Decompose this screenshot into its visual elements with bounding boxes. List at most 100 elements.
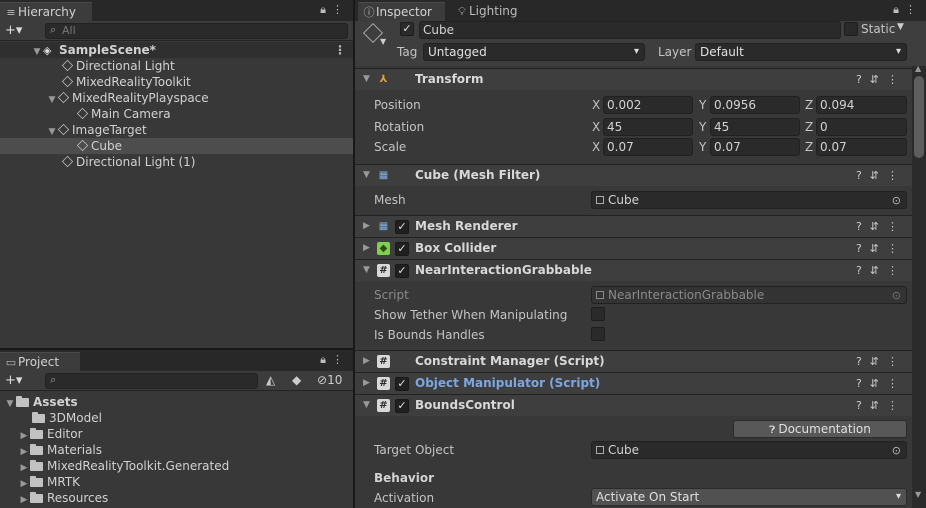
hierarchy-item[interactable]: Main Camera: [0, 106, 353, 122]
position-x-label[interactable]: X: [592, 96, 600, 114]
position-y-label[interactable]: Y: [699, 96, 706, 114]
add-button[interactable]: +▾: [5, 372, 22, 390]
component-header-icons[interactable]: ?⇵⋮: [856, 238, 906, 259]
hidden-packages-toggle[interactable]: ⊘10: [317, 373, 342, 387]
documentation-button[interactable]: ❓︎ Documentation: [733, 420, 907, 438]
object-name-input[interactable]: Cube: [419, 21, 841, 39]
static-checkbox[interactable]: [844, 22, 858, 36]
folder-item[interactable]: ▶ MRTK: [0, 474, 353, 490]
component-header-icons[interactable]: ?⇵⋮: [856, 395, 906, 416]
activation-dropdown[interactable]: Activate On Start: [591, 488, 907, 506]
hierarchy-item[interactable]: Directional Light (1): [0, 154, 353, 170]
lock-icon[interactable]: 🔒︎: [893, 3, 905, 16]
assets-folder[interactable]: ▼ Assets: [0, 394, 353, 410]
target-object-field[interactable]: Cube ⊙: [591, 441, 907, 459]
tab-project[interactable]: ▭ Project: [0, 352, 80, 371]
add-button[interactable]: +▾: [5, 22, 22, 40]
rotation-y-input[interactable]: 45: [710, 118, 800, 136]
lock-icon[interactable]: 🔒︎: [320, 353, 332, 366]
collapse-arrow-icon[interactable]: ▶: [363, 351, 370, 372]
scene-row[interactable]: ▼ ◈ SampleScene* ⋮: [0, 42, 353, 58]
constraint-manager-header[interactable]: ▶ # Constraint Manager (Script) ?⇵⋮: [355, 350, 912, 372]
rotation-z-input[interactable]: 0: [816, 118, 907, 136]
component-header-icons[interactable]: ?⇵⋮: [856, 373, 906, 394]
scroll-up-arrow-icon[interactable]: ▲: [915, 64, 921, 73]
collapse-arrow-icon[interactable]: ▶: [18, 492, 30, 508]
project-tab-icons[interactable]: 🔒︎⋮: [320, 353, 349, 367]
filter-by-type-icon[interactable]: ◭: [266, 373, 275, 387]
position-y-input[interactable]: 0.0956: [710, 96, 800, 114]
hierarchy-item[interactable]: ▼ ImageTarget: [0, 122, 353, 138]
hierarchy-item[interactable]: ▼ MixedRealityPlayspace: [0, 90, 353, 106]
box-collider-header[interactable]: ▶ ◆ ✓ Box Collider ?⇵⋮: [355, 237, 912, 259]
scroll-down-arrow-icon[interactable]: ▼: [915, 490, 921, 499]
more-icon[interactable]: ⋮: [332, 3, 349, 16]
component-header-icons[interactable]: ?⇵⋮: [856, 351, 906, 372]
mesh-object-field[interactable]: Cube ⊙: [591, 191, 907, 209]
more-icon[interactable]: ⋮: [905, 3, 922, 16]
folder-item[interactable]: ▶ Materials: [0, 442, 353, 458]
object-manipulator-enabled-checkbox[interactable]: ✓: [395, 377, 409, 391]
mesh-renderer-header[interactable]: ▶ ▦ ✓ Mesh Renderer ?⇵⋮: [355, 215, 912, 237]
position-z-label[interactable]: Z: [805, 96, 813, 114]
grabbable-enabled-checkbox[interactable]: ✓: [395, 264, 409, 278]
mesh-filter-header[interactable]: ▼ ▦ Cube (Mesh Filter) ?⇵⋮: [355, 164, 912, 186]
hierarchy-item-selected[interactable]: Cube: [0, 138, 353, 154]
static-dropdown-arrow[interactable]: ▼: [897, 22, 904, 32]
bounds-handles-checkbox[interactable]: [591, 327, 605, 341]
tether-checkbox[interactable]: [591, 307, 605, 321]
transform-header[interactable]: ▼ ⅄ Transform ?⇵⋮: [355, 68, 912, 90]
tag-dropdown[interactable]: Untagged: [423, 43, 645, 61]
scale-z-input[interactable]: 0.07: [816, 138, 907, 156]
scrollbar-thumb[interactable]: [914, 76, 924, 158]
bounds-control-enabled-checkbox[interactable]: ✓: [395, 399, 409, 413]
object-picker-icon[interactable]: ⊙: [892, 193, 901, 209]
collapse-arrow-icon[interactable]: ▶: [363, 238, 370, 259]
tab-hierarchy[interactable]: ≡ Hierarchy: [0, 2, 92, 21]
bounds-control-header[interactable]: ▼ # ✓ BoundsControl ?⇵⋮: [355, 394, 912, 416]
layer-dropdown[interactable]: Default: [695, 43, 907, 61]
scale-x-label[interactable]: X: [592, 138, 600, 156]
position-x-input[interactable]: 0.002: [603, 96, 693, 114]
tab-inspector[interactable]: ⓘ Inspector: [358, 2, 445, 21]
grabbable-header[interactable]: ▼ # ✓ NearInteractionGrabbable ?⇵⋮: [355, 259, 912, 281]
scene-menu-icon[interactable]: ⋮: [334, 42, 346, 58]
scale-y-input[interactable]: 0.07: [710, 138, 800, 156]
expand-arrow-icon[interactable]: ▼: [363, 260, 370, 281]
icon-dropdown-arrow[interactable]: ▼: [380, 37, 386, 46]
collapse-arrow-icon[interactable]: ▶: [363, 373, 370, 394]
inspector-scrollbar[interactable]: ▲ ▼: [912, 64, 926, 508]
rotation-x-label[interactable]: X: [592, 118, 600, 136]
scale-z-label[interactable]: Z: [805, 138, 813, 156]
rotation-x-input[interactable]: 45: [603, 118, 693, 136]
filter-by-label-icon[interactable]: ◆: [292, 373, 301, 387]
expand-arrow-icon[interactable]: ▼: [363, 165, 370, 186]
lock-icon[interactable]: 🔒︎: [320, 3, 332, 16]
folder-item[interactable]: ▶ Editor: [0, 426, 353, 442]
folder-item[interactable]: 3DModel: [0, 410, 353, 426]
component-header-icons[interactable]: ?⇵⋮: [856, 216, 906, 237]
project-search-input[interactable]: [45, 373, 258, 389]
folder-item[interactable]: ▶ Resources: [0, 490, 353, 506]
hierarchy-item[interactable]: MixedRealityToolkit: [0, 74, 353, 90]
rotation-y-label[interactable]: Y: [699, 118, 706, 136]
component-header-icons[interactable]: ?⇵⋮: [856, 260, 906, 281]
object-picker-icon[interactable]: ⊙: [892, 443, 901, 459]
component-header-icons[interactable]: ?⇵⋮: [856, 69, 906, 90]
hierarchy-tab-icons[interactable]: 🔒︎⋮: [320, 3, 349, 17]
box-collider-enabled-checkbox[interactable]: ✓: [395, 242, 409, 256]
hierarchy-item[interactable]: Directional Light: [0, 58, 353, 74]
collapse-arrow-icon[interactable]: ▶: [363, 216, 370, 237]
more-icon[interactable]: ⋮: [332, 353, 349, 366]
expand-arrow-icon[interactable]: ▼: [363, 69, 370, 90]
component-header-icons[interactable]: ?⇵⋮: [856, 165, 906, 186]
position-z-input[interactable]: 0.094: [816, 96, 907, 114]
search-input[interactable]: All: [45, 23, 348, 39]
object-manipulator-header[interactable]: ▶ # ✓ Object Manipulator (Script) ?⇵⋮: [355, 372, 912, 394]
tab-lighting[interactable]: 💡︎ Lighting: [451, 2, 531, 21]
scale-y-label[interactable]: Y: [699, 138, 706, 156]
folder-item[interactable]: ▶ MixedRealityToolkit.Generated: [0, 458, 353, 474]
rotation-z-label[interactable]: Z: [805, 118, 813, 136]
scale-x-input[interactable]: 0.07: [603, 138, 693, 156]
expand-arrow-icon[interactable]: ▼: [363, 395, 370, 416]
